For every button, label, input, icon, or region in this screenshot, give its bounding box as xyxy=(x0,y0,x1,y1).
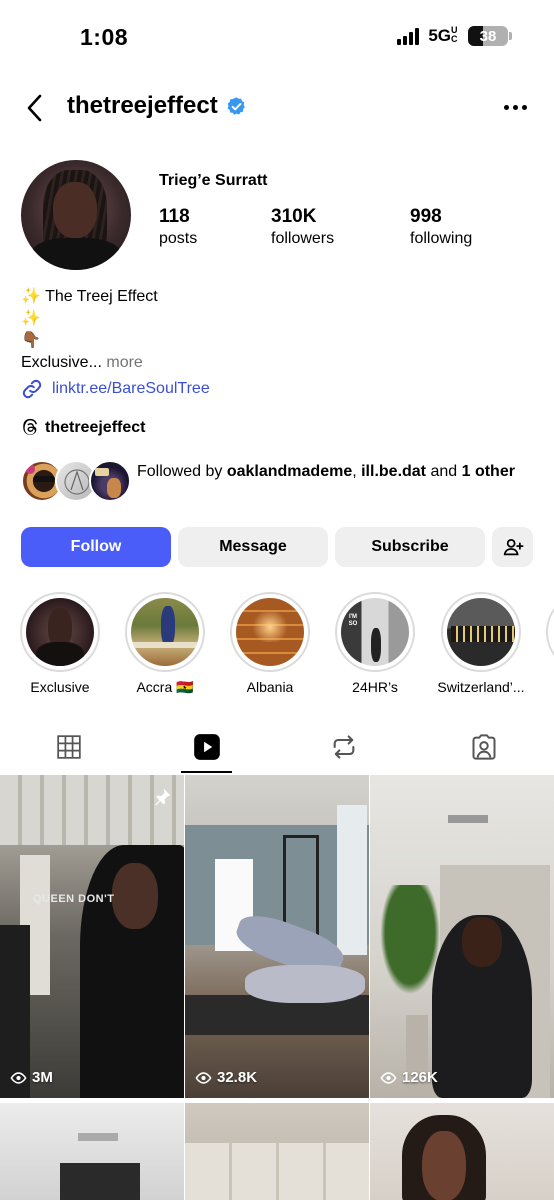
profile-tabs xyxy=(0,722,554,774)
dot-icon xyxy=(504,104,509,110)
view-count: 3M xyxy=(10,1069,53,1086)
bio-line: ✨ xyxy=(21,310,41,327)
dot-icon xyxy=(513,104,518,110)
threads-icon xyxy=(23,418,37,435)
followed-by[interactable]: Followed by oaklandmademe, ill.be.dat an… xyxy=(21,460,541,506)
bio-line: 👇🏾 xyxy=(21,332,41,349)
status-bar: 1:08 5GUC 38 xyxy=(0,0,554,70)
reel-thumbnail[interactable]: QUEEN DON'T 3M xyxy=(0,775,184,1098)
reel-thumbnail[interactable] xyxy=(185,1103,369,1200)
threads-badge[interactable]: thetreejeffect xyxy=(21,418,145,437)
reel-thumbnail[interactable]: 32.8K xyxy=(185,775,369,1098)
dot-icon xyxy=(522,104,527,110)
mutual-follower-link[interactable]: ill.be.dat xyxy=(361,463,426,480)
view-count: 32.8K xyxy=(195,1069,257,1086)
tagged-person-icon xyxy=(472,734,496,760)
stat-followers[interactable]: 310K followers xyxy=(271,206,334,248)
tab-reels[interactable] xyxy=(181,722,233,772)
profile-username: thetreejeffect xyxy=(67,92,247,120)
grid-icon xyxy=(57,735,81,759)
eye-icon xyxy=(10,1071,27,1084)
profile-bio: ✨ The Treej Effect ✨ 👇🏾 Exclusive... mor… xyxy=(21,286,158,374)
eye-icon xyxy=(195,1071,212,1084)
follower-avatar xyxy=(89,460,131,502)
chevron-left-icon xyxy=(27,94,42,122)
highlight-cover xyxy=(131,598,199,666)
reels-grid: QUEEN DON'T 3M 32.8K 126K xyxy=(0,775,554,1200)
profile-full-name: Trieg’e Surratt xyxy=(159,172,268,189)
profile-avatar[interactable] xyxy=(21,160,131,270)
highlight-24hrs[interactable]: I'M SO 24HR’s xyxy=(335,592,415,695)
reel-thumbnail[interactable]: 126K xyxy=(370,775,554,1098)
mutual-follower-link[interactable]: oaklandmademe xyxy=(227,463,352,480)
tab-tagged[interactable] xyxy=(458,722,510,772)
followed-by-text: Followed by oaklandmademe, ill.be.dat an… xyxy=(137,463,515,480)
message-button[interactable]: Message xyxy=(178,527,328,567)
add-person-icon xyxy=(503,538,523,556)
tab-reposts[interactable] xyxy=(318,722,370,772)
signal-icon xyxy=(397,27,420,45)
highlight-partial[interactable] xyxy=(546,592,554,672)
link-icon xyxy=(22,379,42,399)
battery-icon: 38 xyxy=(468,26,512,46)
stat-following[interactable]: 998 following xyxy=(410,206,472,248)
reels-icon xyxy=(194,734,220,760)
bio-more-link[interactable]: more xyxy=(106,354,142,371)
repost-icon xyxy=(333,735,355,759)
mutual-follower-others[interactable]: 1 other xyxy=(462,463,515,480)
view-count: 126K xyxy=(380,1069,438,1086)
tab-grid[interactable] xyxy=(43,722,95,772)
bio-line: ✨ The Treej Effect xyxy=(21,288,158,305)
status-indicators: 5GUC 38 xyxy=(397,25,512,46)
highlight-exclusive[interactable]: Exclusive xyxy=(20,592,100,695)
highlight-cover xyxy=(26,598,94,666)
subscribe-button[interactable]: Subscribe xyxy=(335,527,485,567)
status-time: 1:08 xyxy=(80,24,129,50)
active-tab-indicator xyxy=(181,771,232,773)
profile-header: thetreejeffect xyxy=(0,88,554,128)
highlight-switzerland[interactable]: Switzerland’... xyxy=(437,592,525,695)
eye-icon xyxy=(380,1071,397,1084)
stat-posts[interactable]: 118 posts xyxy=(159,206,197,248)
network-label: 5GUC xyxy=(428,25,458,46)
more-options-button[interactable] xyxy=(504,100,530,114)
reel-thumbnail[interactable] xyxy=(370,1103,554,1200)
reel-thumbnail[interactable] xyxy=(0,1103,184,1200)
pin-icon xyxy=(155,788,171,806)
suggest-users-button[interactable] xyxy=(492,527,533,567)
follow-button[interactable]: Follow xyxy=(21,527,171,567)
highlight-cover xyxy=(447,598,515,666)
highlight-albania[interactable]: Albania xyxy=(230,592,310,695)
highlight-cover xyxy=(236,598,304,666)
profile-link[interactable]: linktr.ee/BareSoulTree xyxy=(21,378,210,400)
reel-overlay-text: QUEEN DON'T xyxy=(33,893,115,905)
bio-line: Exclusive... more xyxy=(21,354,143,371)
back-button[interactable] xyxy=(20,90,52,126)
username-text: thetreejeffect xyxy=(67,92,218,119)
highlight-cover: I'M SO xyxy=(341,598,409,666)
verified-badge-icon xyxy=(227,96,245,115)
highlight-accra[interactable]: Accra 🇬🇭 xyxy=(125,592,205,696)
